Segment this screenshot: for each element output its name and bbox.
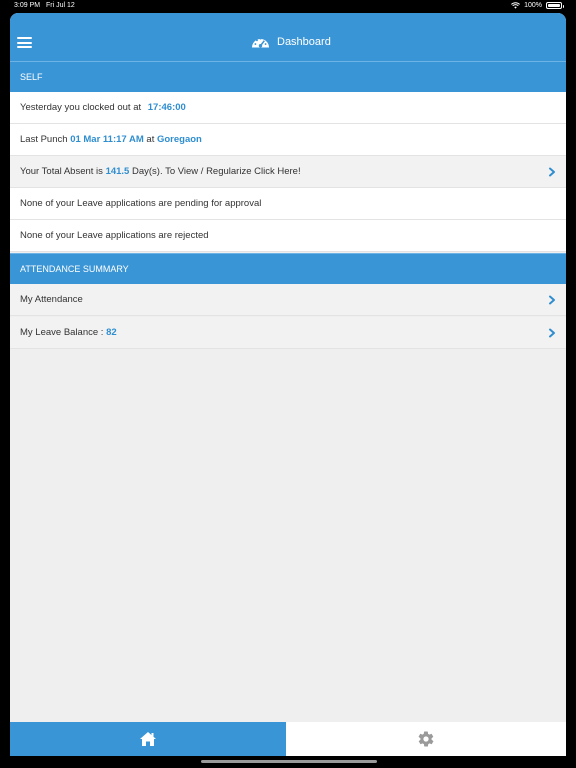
leave-balance-label: My Leave Balance : — [20, 327, 104, 338]
leave-rejected-row: None of your Leave applications are reje… — [10, 220, 566, 252]
absent-label: Your Total Absent is — [20, 166, 103, 177]
leave-balance-row[interactable]: My Leave Balance : 82 — [10, 317, 566, 349]
chevron-right-icon[interactable] — [547, 328, 557, 338]
leave-pending-row: None of your Leave applications are pend… — [10, 188, 566, 220]
tab-home[interactable] — [10, 722, 286, 756]
clock-out-row: Yesterday you clocked out at 17:46:00 — [10, 92, 566, 124]
dashboard-gauge-icon — [252, 37, 269, 48]
status-time: 3:09 PM — [14, 2, 41, 9]
section-header-attendance-summary: ATTENDANCE SUMMARY — [10, 253, 566, 284]
app-screen: Dashboard SELF Yesterday you clocked out… — [10, 13, 566, 756]
leave-rejected-text: None of your Leave applications are reje… — [20, 230, 209, 241]
status-bar: 3:09 PM Fri Jul 12 100% — [0, 0, 576, 13]
status-indicators: 100% — [511, 2, 564, 9]
last-punch-at: at — [146, 134, 155, 145]
clock-out-label: Yesterday you clocked out at — [20, 102, 142, 113]
last-punch-label: Last Punch — [20, 134, 68, 145]
chevron-right-icon[interactable] — [547, 295, 557, 305]
hamburger-menu-button[interactable] — [17, 37, 32, 48]
my-attendance-label: My Attendance — [20, 294, 83, 305]
leave-balance-value: 82 — [106, 327, 117, 338]
app-header: Dashboard — [10, 13, 566, 61]
section-header-self: SELF — [10, 61, 566, 92]
tab-settings[interactable] — [286, 722, 566, 756]
battery-icon — [546, 2, 564, 9]
absent-suffix: Day(s). To View / Regularize Click Here! — [131, 166, 301, 177]
chevron-right-icon[interactable] — [547, 167, 557, 177]
total-absent-row[interactable]: Your Total Absent is 141.5 Day(s). To Vi… — [10, 156, 566, 188]
wifi-icon — [511, 2, 521, 9]
gear-icon — [418, 731, 434, 747]
last-punch-location: Goregaon — [156, 134, 202, 145]
absent-days: 141.5 — [105, 166, 130, 177]
last-punch-row: Last Punch 01 Mar 11:17 AM at Goregaon — [10, 124, 566, 156]
clock-out-time: 17:46:00 — [147, 102, 186, 113]
page-title: Dashboard — [277, 35, 331, 48]
home-icon — [140, 732, 156, 746]
status-date: Fri Jul 12 — [46, 2, 75, 9]
header-title-group: Dashboard — [250, 33, 331, 50]
home-indicator[interactable] — [201, 760, 377, 763]
last-punch-datetime: 01 Mar 11:17 AM — [70, 134, 144, 145]
my-attendance-row[interactable]: My Attendance — [10, 284, 566, 316]
bottom-tab-bar — [10, 722, 566, 756]
battery-percent: 100% — [524, 2, 542, 9]
leave-pending-text: None of your Leave applications are pend… — [20, 198, 262, 209]
